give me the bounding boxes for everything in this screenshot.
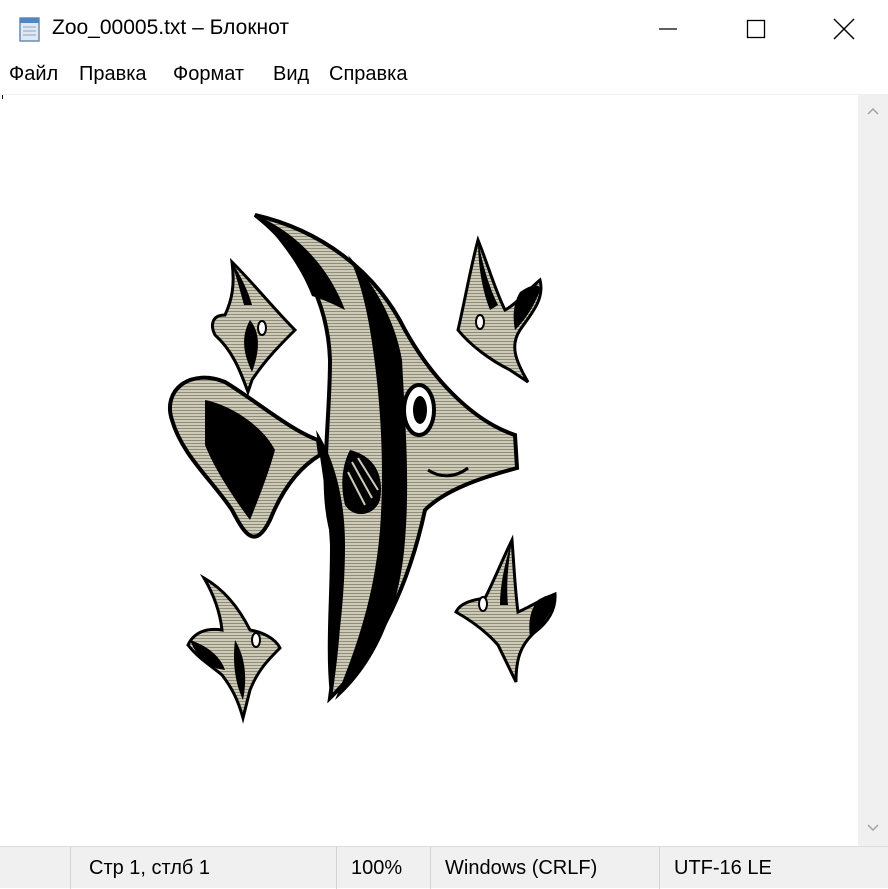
window-title: Zoo_00005.txt – Блокнот — [52, 16, 289, 39]
angelfish-art — [168, 213, 557, 724]
zoom-level: 100% — [336, 847, 430, 889]
menu-file[interactable]: Файл — [9, 63, 58, 86]
title-bar[interactable]: Zoo_00005.txt – Блокнот — [0, 0, 888, 58]
chevron-up-icon[interactable] — [866, 105, 880, 119]
notepad-icon — [14, 14, 44, 44]
maximize-button[interactable] — [712, 0, 800, 58]
cursor-position: Стр 1, стлб 1 — [70, 847, 336, 889]
small-fish-top-right — [456, 235, 543, 384]
line-endings: Windows (CRLF) — [430, 847, 659, 889]
vertical-scrollbar[interactable] — [858, 95, 888, 846]
small-fish-bottom-right — [454, 534, 557, 683]
menu-view[interactable]: Вид — [273, 63, 309, 86]
minimize-icon — [659, 28, 677, 30]
menu-format[interactable]: Формат — [173, 63, 244, 86]
status-bar: Стр 1, стлб 1 100% Windows (CRLF) UTF-16… — [0, 846, 888, 889]
menu-help[interactable]: Справка — [329, 63, 407, 86]
menu-bar: Файл Правка Формат Вид Справка — [0, 58, 888, 95]
text-caret — [2, 95, 3, 99]
text-editor-area[interactable] — [0, 95, 858, 846]
minimize-button[interactable] — [624, 0, 712, 58]
encoding: UTF-16 LE — [659, 847, 888, 889]
maximize-icon — [746, 19, 766, 39]
chevron-down-icon[interactable] — [866, 820, 880, 834]
small-fish-bottom-left — [186, 573, 282, 724]
close-button[interactable] — [800, 0, 888, 58]
small-fish-top-left — [211, 257, 298, 397]
close-icon — [833, 18, 855, 40]
menu-edit[interactable]: Правка — [79, 63, 147, 86]
